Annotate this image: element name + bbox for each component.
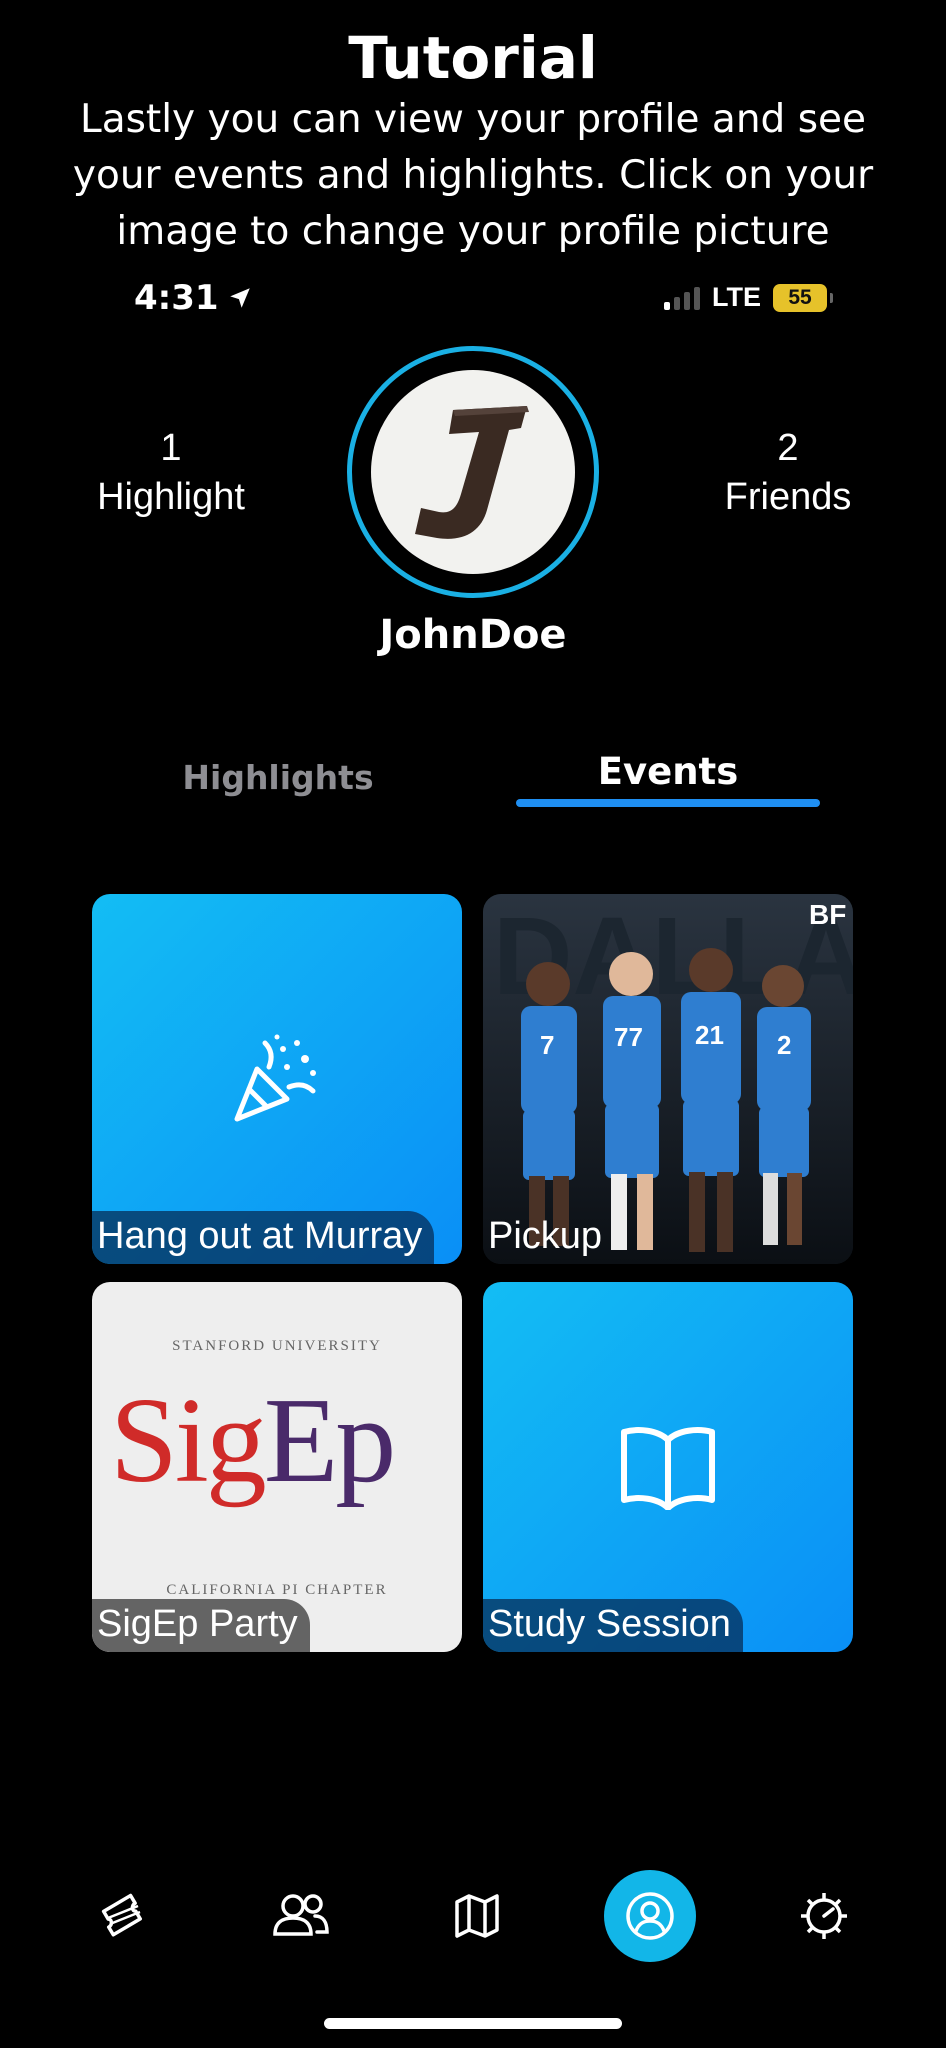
pickup-jersey-number: 2 bbox=[777, 1030, 791, 1060]
tab-events[interactable]: Events bbox=[516, 750, 820, 793]
friends-icon bbox=[273, 1894, 329, 1936]
book-icon bbox=[621, 1427, 715, 1510]
event-card-label: SigEp Party bbox=[92, 1599, 310, 1652]
username: JohnDoe bbox=[379, 612, 567, 658]
nav-map[interactable] bbox=[431, 1870, 523, 1962]
status-time-text: 4:31 bbox=[134, 278, 219, 318]
tickets-icon bbox=[101, 1893, 142, 1937]
sigep-chapter-text: CALIFORNIA PI CHAPTER bbox=[166, 1582, 388, 1598]
highlights-label: Highlight bbox=[97, 476, 245, 518]
friends-count: 2 bbox=[777, 427, 799, 469]
basketball-players-photo: DALLAS BF 7 77 21 2 bbox=[483, 894, 853, 1264]
battery-icon: 55 bbox=[773, 283, 833, 312]
highlights-stat[interactable]: 1 Highlight bbox=[56, 424, 286, 522]
avatar-letter-j-image bbox=[415, 406, 529, 539]
nav-tickets[interactable] bbox=[78, 1870, 170, 1962]
bottom-nav bbox=[0, 1870, 946, 1962]
location-arrow-icon bbox=[229, 288, 250, 308]
party-popper-icon bbox=[234, 1034, 316, 1122]
event-card-sigep-party[interactable]: STANFORD UNIVERSITY SigEp CALIFORNIA PI … bbox=[92, 1282, 462, 1652]
home-indicator[interactable] bbox=[324, 2018, 622, 2029]
sigep-university-text: STANFORD UNIVERSITY bbox=[172, 1338, 382, 1354]
tutorial-text: Lastly you can view your profile and see… bbox=[72, 97, 874, 254]
event-card-label: Study Session bbox=[483, 1599, 743, 1652]
event-card-hang-out[interactable]: Hang out at Murray bbox=[92, 894, 462, 1264]
network-type: LTE bbox=[712, 282, 761, 312]
friends-stat[interactable]: 2 Friends bbox=[673, 424, 903, 522]
profile-avatar-button[interactable] bbox=[347, 346, 599, 598]
tab-highlights[interactable]: Highlights bbox=[148, 758, 408, 797]
sigep-logo-sig: Sig bbox=[110, 1373, 267, 1508]
nav-profile[interactable] bbox=[604, 1870, 696, 1962]
sigep-logo-ep: Ep bbox=[263, 1373, 397, 1508]
nav-friends[interactable] bbox=[255, 1870, 347, 1962]
battery-level: 55 bbox=[788, 285, 812, 309]
sigep-logo: SigEp bbox=[110, 1380, 396, 1502]
nav-settings[interactable] bbox=[778, 1870, 870, 1962]
tutorial-title: Tutorial bbox=[348, 24, 598, 92]
pickup-jersey-number: 7 bbox=[540, 1030, 554, 1060]
profile-icon bbox=[626, 1892, 674, 1940]
signal-icon bbox=[664, 286, 700, 310]
event-card-pickup[interactable]: DALLAS BF 7 77 21 2 Pickup bbox=[483, 894, 853, 1264]
status-time: 4:31 bbox=[134, 278, 253, 318]
pickup-jersey-number: 77 bbox=[614, 1022, 643, 1052]
event-card-study-session[interactable]: Study Session bbox=[483, 1282, 853, 1652]
pickup-brand-logo: BF bbox=[809, 899, 846, 930]
event-card-label: Pickup bbox=[488, 1215, 603, 1257]
status-right: LTE 55 bbox=[664, 282, 833, 313]
pickup-jersey-number: 21 bbox=[695, 1020, 724, 1050]
map-icon bbox=[455, 1894, 499, 1938]
avatar[interactable] bbox=[371, 370, 575, 574]
event-card-label: Hang out at Murray bbox=[92, 1211, 435, 1264]
tab-active-indicator bbox=[516, 799, 820, 807]
highlights-count: 1 bbox=[160, 427, 182, 469]
settings-icon bbox=[801, 1893, 847, 1939]
friends-label: Friends bbox=[724, 476, 852, 518]
